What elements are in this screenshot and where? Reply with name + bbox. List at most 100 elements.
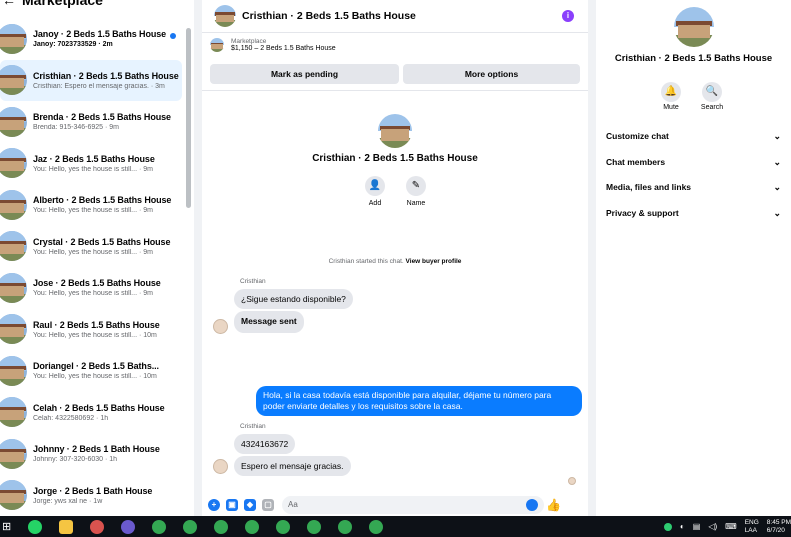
conversation-item[interactable]: Jorge · 2 Beds 1 Bath House Jorge: yws xa… [0, 475, 182, 516]
conversation-preview: You: Hello, yes the house is still... · … [33, 331, 157, 339]
conversation-thumbnail [0, 397, 27, 427]
listing-summary[interactable]: Marketplace $1,150 – 2 Beds 1.5 Baths Ho… [210, 38, 336, 52]
chat-profile: Cristhian · 2 Beds 1.5 Baths House [202, 114, 588, 164]
conversation-item[interactable]: Crystal · 2 Beds 1.5 Baths House You: Hel… [0, 226, 182, 267]
view-buyer-profile-link[interactable]: View buyer profile [406, 258, 462, 265]
chrome-icon[interactable] [369, 519, 384, 534]
conversation-item[interactable]: Doriangel · 2 Beds 1.5 Baths... You: Hell… [0, 350, 182, 391]
incoming-message[interactable]: ¿Sigue estando disponible? [234, 289, 353, 309]
clock-date: 6/7/20 [766, 526, 785, 534]
conversation-thumbnail [0, 148, 27, 178]
divider [202, 90, 588, 91]
chrome-icon[interactable] [276, 519, 291, 534]
conversation-name: Janoy · 2 Beds 1.5 Baths House [33, 29, 167, 39]
chrome-icon[interactable] [183, 519, 198, 534]
sender-name: Cristhian [240, 423, 266, 430]
message-input[interactable]: Aa [282, 496, 544, 514]
conversation-name: Celah · 2 Beds 1.5 Baths House [33, 402, 165, 413]
section-media-files-links[interactable]: Media, files and links ⌄ [606, 180, 781, 194]
tray-app-icon[interactable]: ◐ [680, 522, 685, 531]
conversation-name: Alberto · 2 Beds 1.5 Baths House [33, 195, 172, 205]
mark-as-pending-button[interactable]: Mark as pending [210, 64, 399, 84]
listing-label: Marketplace [231, 38, 267, 45]
pencil-icon: ✎ [406, 176, 426, 196]
conversation-item[interactable]: Janoy · 2 Beds 1.5 Baths House Janoy: 702… [0, 18, 182, 59]
conversation-preview: Jorge: yws xal ne · 1w [33, 497, 103, 505]
sender-avatar [213, 459, 228, 474]
conversation-name: Doriangel · 2 Beds 1.5 Baths... [33, 361, 159, 371]
section-label: Privacy & support [606, 208, 679, 218]
info-avatar[interactable] [673, 7, 714, 47]
conversation-item[interactable]: Johnny · 2 Beds 1 Bath House Johnny: 307-… [0, 433, 182, 474]
conversation-thumbnail [0, 23, 27, 54]
section-chat-members[interactable]: Chat members ⌄ [606, 155, 781, 169]
chrome-icon[interactable] [307, 519, 322, 534]
keyboard-icon[interactable]: ⌨ [725, 522, 737, 531]
section-label: Customize chat [606, 131, 669, 141]
whatsapp-icon[interactable] [28, 519, 43, 534]
more-options-button[interactable]: More options [403, 64, 580, 84]
conversation-name: Jose · 2 Beds 1.5 Baths House [33, 278, 161, 288]
sidebar-title: Marketplace [22, 0, 103, 8]
incoming-message[interactable]: Espero el mensaje gracias. [234, 456, 351, 476]
emoji-icon[interactable] [526, 499, 538, 511]
chrome-icon[interactable] [214, 519, 229, 534]
chat-profile-name: Cristhian · 2 Beds 1.5 Baths House [312, 153, 478, 164]
section-privacy-support[interactable]: Privacy & support ⌄ [606, 206, 781, 220]
chat-title[interactable]: Cristhian · 2 Beds 1.5 Baths House [242, 10, 416, 22]
conversation-name: Crystal · 2 Beds 1.5 Baths House [33, 236, 171, 247]
conversation-item[interactable]: Jaz · 2 Beds 1.5 Baths House You: Hello, … [0, 143, 182, 184]
conversation-item[interactable]: Brenda · 2 Beds 1.5 Baths House Brenda: 9… [0, 101, 182, 142]
conversation-item[interactable]: Cristhian · 2 Beds 1.5 Baths House Cristh… [0, 59, 182, 101]
gif-icon[interactable]: ▢ [262, 499, 274, 511]
mute-button[interactable]: 🔔 Mute [651, 82, 691, 111]
conversation-preview: Cristhian: Espero el mensaje gracias. · … [33, 82, 165, 90]
chat-profile-avatar[interactable] [378, 114, 412, 148]
outgoing-message[interactable]: Hola, si la casa todavía está disponible… [256, 386, 582, 416]
system-message-text: Cristhian started this chat. [328, 258, 404, 265]
language-indicator[interactable]: ENG LAA [745, 519, 759, 535]
name-button[interactable]: ✎ Name [396, 176, 436, 207]
section-customize-chat[interactable]: Customize chat ⌄ [606, 129, 781, 143]
info-name: Cristhian · 2 Beds 1.5 Baths House [614, 53, 773, 64]
message-composer: + ▣ ◆ ▢ Aa 👍 [202, 494, 588, 516]
incoming-message[interactable]: Message sent [234, 311, 304, 333]
conversation-item[interactable]: Jose · 2 Beds 1.5 Baths House You: Hello,… [0, 267, 182, 308]
conversation-item[interactable]: Raul · 2 Beds 1.5 Baths House You: Hello,… [0, 309, 182, 350]
image-icon[interactable]: ▣ [226, 499, 238, 511]
conversation-name: Brenda · 2 Beds 1.5 Baths House [33, 112, 171, 122]
chrome-icon[interactable] [152, 519, 167, 534]
incoming-message[interactable]: 4324163672 [234, 434, 296, 454]
chat-info-panel: Cristhian · 2 Beds 1.5 Baths House 🔔 Mut… [596, 0, 791, 516]
sidebar-scrollbar[interactable] [186, 28, 191, 208]
status-dot-icon[interactable] [663, 522, 672, 531]
chrome-icon[interactable] [245, 519, 260, 534]
paint-icon[interactable] [90, 519, 105, 534]
plus-icon[interactable]: + [208, 499, 220, 511]
back-arrow-icon[interactable]: ← [2, 0, 16, 8]
lang-primary: ENG [744, 518, 759, 526]
conversation-thumbnail [0, 480, 27, 510]
conversation-preview: Johnny: 307-320-6030 · 1h [33, 456, 118, 463]
search-label: Search [700, 104, 724, 111]
volume-icon[interactable]: ◁) [708, 522, 717, 531]
clock[interactable]: 8:45 PM 6/7/20 [767, 519, 791, 535]
search-button[interactable]: 🔍 Search [692, 82, 732, 111]
thumbs-up-icon[interactable]: 👍 [546, 498, 561, 512]
conversation-preview: Janoy: 7023733529 · 2m [33, 41, 113, 48]
conversation-item[interactable]: Alberto · 2 Beds 1.5 Baths House You: Hel… [0, 184, 182, 225]
chevron-down-icon: ⌄ [773, 207, 781, 218]
chrome-icon[interactable] [338, 519, 353, 534]
conversation-item[interactable]: Celah · 2 Beds 1.5 Baths House Celah: 432… [0, 392, 182, 433]
windows-start-icon[interactable]: ⊞ [2, 520, 11, 533]
bell-icon: 🔔 [661, 82, 681, 102]
chevron-down-icon: ⌄ [773, 130, 781, 141]
info-icon[interactable]: i [562, 10, 574, 22]
chat-header-avatar[interactable] [214, 5, 236, 27]
network-icon[interactable]: ▤ [693, 522, 701, 531]
file-explorer-icon[interactable] [59, 519, 74, 534]
add-button[interactable]: 👤 Add [355, 176, 395, 207]
sticker-icon[interactable]: ◆ [244, 499, 256, 511]
app-icon[interactable] [121, 519, 136, 534]
conversation-thumbnail [0, 272, 27, 303]
